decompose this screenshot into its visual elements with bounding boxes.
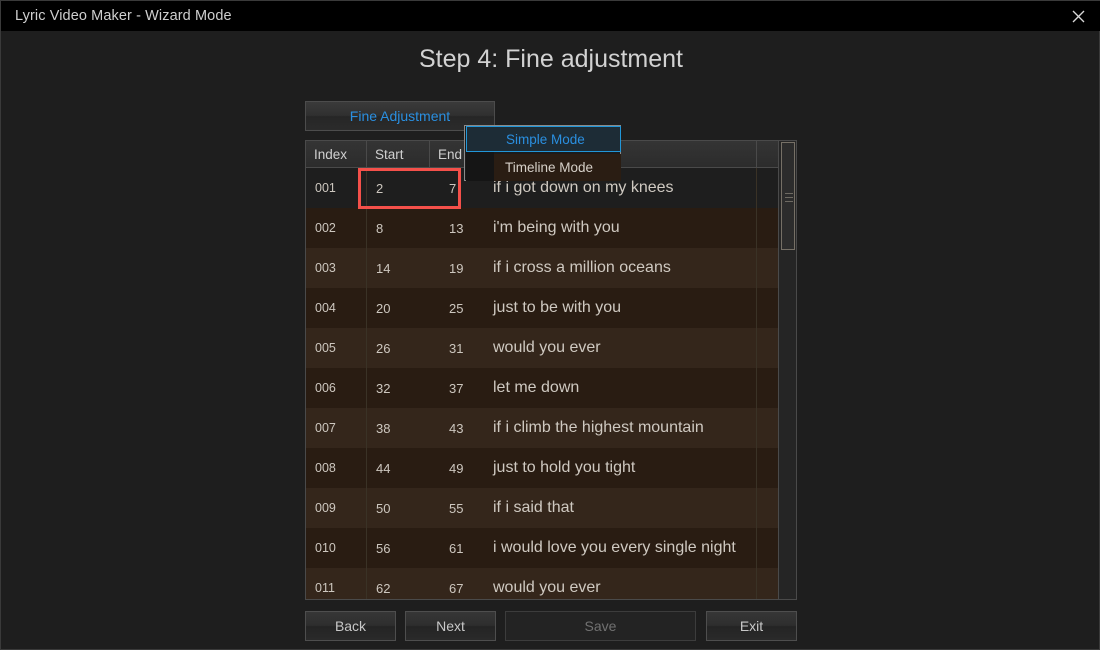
close-icon[interactable]	[1055, 1, 1100, 31]
row-index[interactable]: 010	[306, 528, 366, 568]
row-start[interactable]: 50	[367, 488, 429, 528]
row-end[interactable]: 49	[430, 448, 490, 488]
row-text[interactable]: just to hold you tight	[491, 448, 757, 488]
row-end[interactable]: 13	[430, 208, 490, 248]
window-title: Lyric Video Maker - Wizard Mode	[15, 8, 232, 24]
row-index[interactable]: 003	[306, 248, 366, 288]
row-end[interactable]: 19	[430, 248, 490, 288]
row-text[interactable]: would you ever	[491, 328, 757, 368]
table-row[interactable]: 007 38 43 if i climb the highest mountain	[306, 408, 796, 448]
table-row[interactable]: 004 20 25 just to be with you	[306, 288, 796, 328]
row-end[interactable]: 61	[430, 528, 490, 568]
row-end[interactable]: 67	[430, 568, 490, 599]
row-text[interactable]: if i climb the highest mountain	[491, 408, 757, 448]
scrollbar-thumb[interactable]	[781, 142, 795, 250]
row-end[interactable]: 55	[430, 488, 490, 528]
row-start[interactable]: 44	[367, 448, 429, 488]
table-scrollbar[interactable]	[778, 141, 796, 599]
row-text[interactable]: i'm being with you	[491, 208, 757, 248]
row-index[interactable]: 004	[306, 288, 366, 328]
table-row[interactable]: 006 32 37 let me down	[306, 368, 796, 408]
table-body: 001 2 7 if i got down on my knees 002 8 13 i'm …	[306, 168, 796, 599]
menu-item-simple-mode[interactable]: Simple Mode	[466, 126, 621, 152]
row-end[interactable]: 37	[430, 368, 490, 408]
row-index[interactable]: 006	[306, 368, 366, 408]
table-row[interactable]: 010 56 61 i would love you every single nig…	[306, 528, 796, 568]
wizard-window: Lyric Video Maker - Wizard Mode Step 4: …	[0, 0, 1100, 650]
row-start[interactable]: 20	[367, 288, 429, 328]
row-start[interactable]: 62	[367, 568, 429, 599]
page-title: Step 4: Fine adjustment	[418, 45, 684, 73]
row-index[interactable]: 001	[306, 168, 366, 208]
column-header-index[interactable]: Index	[306, 141, 367, 167]
row-index[interactable]: 005	[306, 328, 366, 368]
row-index[interactable]: 002	[306, 208, 366, 248]
menu-item-timeline-mode[interactable]: Timeline Mode	[494, 154, 621, 181]
row-start[interactable]: 14	[367, 248, 429, 288]
table-row[interactable]: 002 8 13 i'm being with you	[306, 208, 796, 248]
row-start[interactable]: 8	[367, 208, 429, 248]
table-row[interactable]: 011 62 67 would you ever	[306, 568, 796, 599]
row-start[interactable]: 26	[367, 328, 429, 368]
column-header-start[interactable]: Start	[367, 141, 430, 167]
back-button[interactable]: Back	[305, 611, 396, 641]
mode-dropdown-menu: Simple Mode Timeline Mode	[464, 125, 621, 181]
row-end[interactable]: 43	[430, 408, 490, 448]
table-row[interactable]: 003 14 19 if i cross a million oceans	[306, 248, 796, 288]
row-end[interactable]: 25	[430, 288, 490, 328]
row-index[interactable]: 011	[306, 568, 366, 599]
title-bar: Lyric Video Maker - Wizard Mode	[1, 1, 1100, 31]
row-start[interactable]: 2	[367, 168, 429, 208]
row-text[interactable]: would you ever	[491, 568, 757, 599]
row-index[interactable]: 008	[306, 448, 366, 488]
row-start[interactable]: 56	[367, 528, 429, 568]
next-button[interactable]: Next	[405, 611, 496, 641]
row-end[interactable]: 31	[430, 328, 490, 368]
row-text[interactable]: just to be with you	[491, 288, 757, 328]
row-text[interactable]: if i cross a million oceans	[491, 248, 757, 288]
table-row[interactable]: 009 50 55 if i said that	[306, 488, 796, 528]
row-text[interactable]: let me down	[491, 368, 757, 408]
fine-adjustment-tab-label: Fine Adjustment	[349, 108, 451, 124]
row-index[interactable]: 007	[306, 408, 366, 448]
row-index[interactable]: 009	[306, 488, 366, 528]
exit-button[interactable]: Exit	[706, 611, 797, 641]
footer-button-bar: Back Next Save Exit	[305, 611, 797, 641]
row-text[interactable]: i would love you every single night	[491, 528, 757, 568]
row-text[interactable]: if i said that	[491, 488, 757, 528]
save-button: Save	[505, 611, 696, 641]
lyrics-table: Index Start End 001 2 7 if i got down on my…	[305, 140, 797, 600]
table-row[interactable]: 008 44 49 just to hold you tight	[306, 448, 796, 488]
row-start[interactable]: 32	[367, 368, 429, 408]
row-start[interactable]: 38	[367, 408, 429, 448]
table-row[interactable]: 005 26 31 would you ever	[306, 328, 796, 368]
